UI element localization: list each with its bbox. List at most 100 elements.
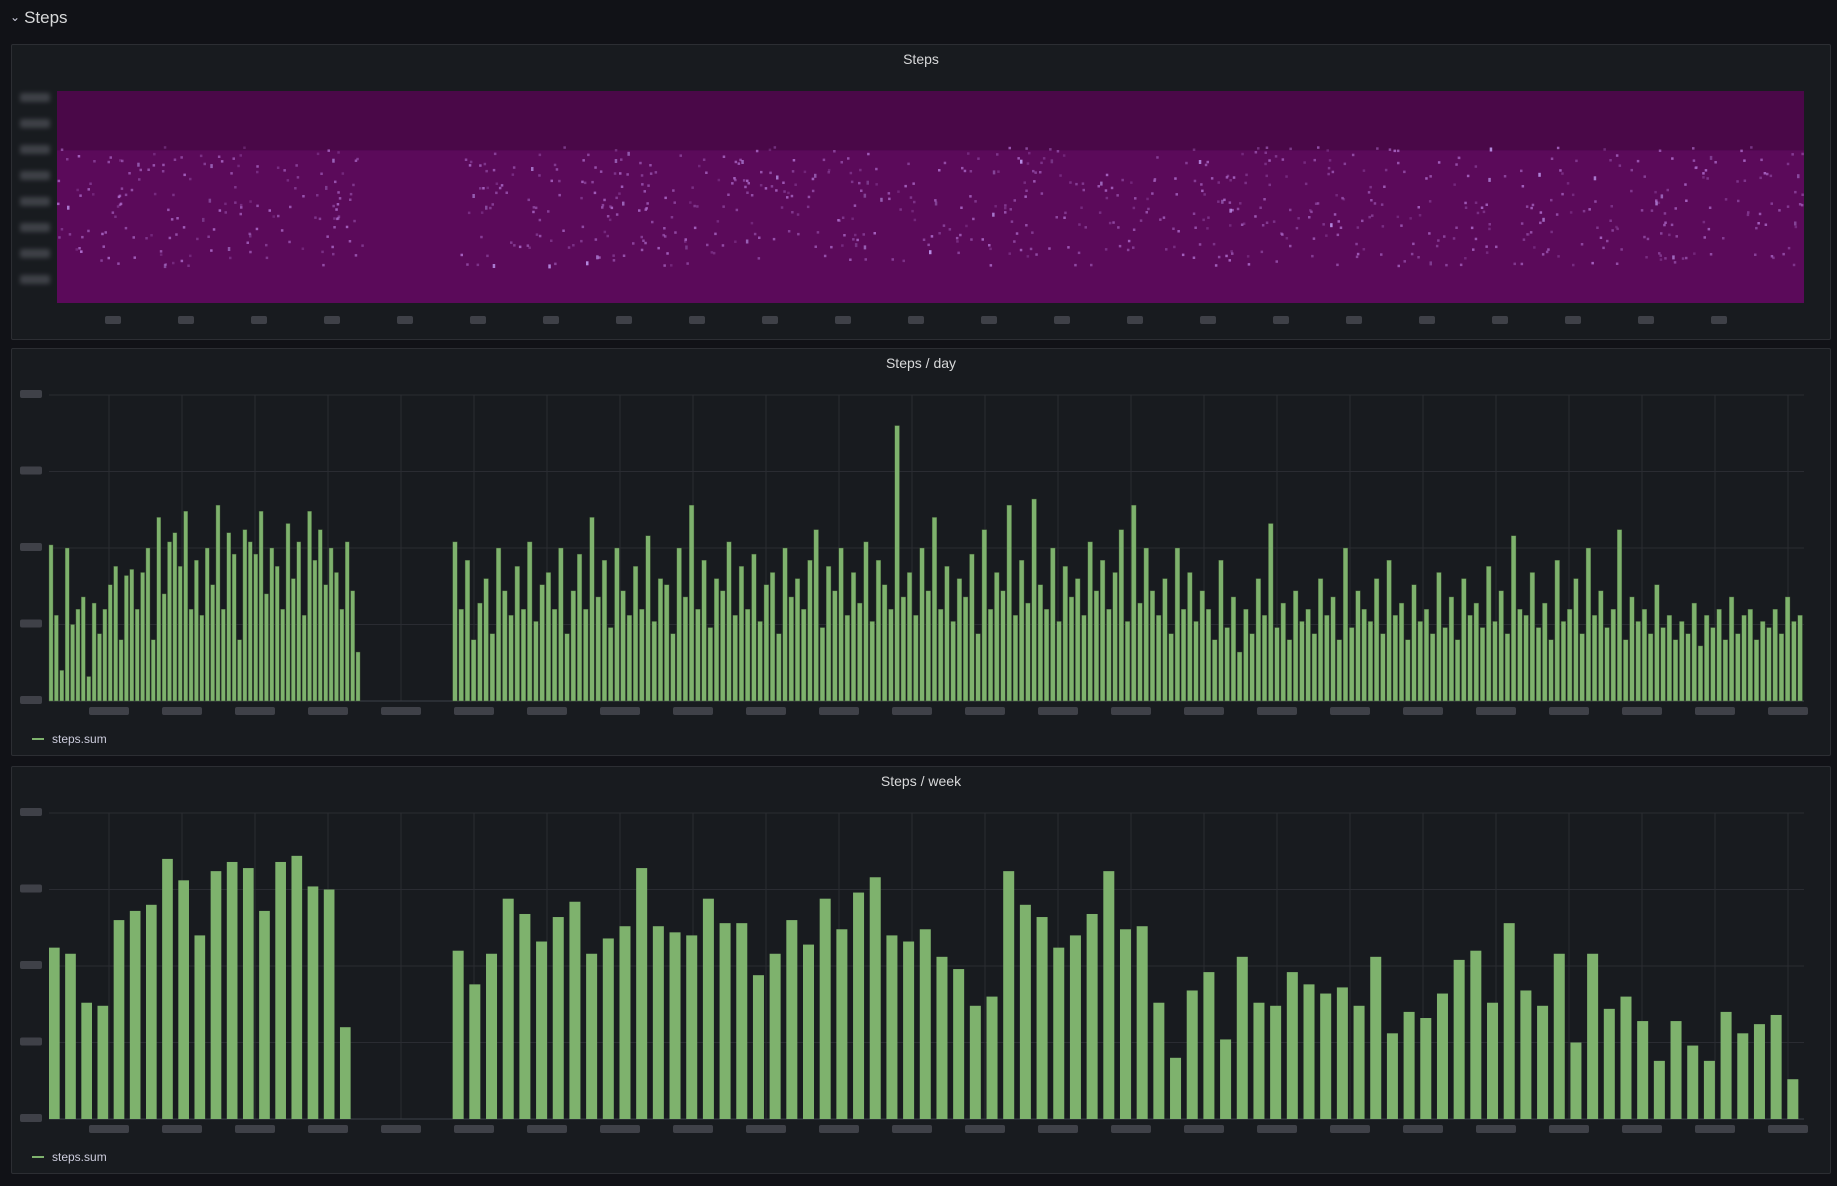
heatmap-cell	[1118, 244, 1122, 248]
heatmap-cell	[856, 238, 859, 242]
heatmap-cell	[1132, 206, 1136, 210]
heatmap-cell	[1241, 152, 1244, 156]
heatmap-cell	[1063, 216, 1066, 219]
heatmap-cell	[175, 233, 178, 236]
x-tick-label	[1038, 707, 1078, 715]
heatmap-cell	[1707, 227, 1711, 231]
heatmap-cell	[863, 193, 867, 198]
x-tick-label	[527, 1125, 567, 1133]
heatmap-cell	[326, 235, 329, 238]
x-tick-label	[1054, 316, 1070, 324]
bar	[1753, 639, 1760, 702]
x-tick-label	[819, 1125, 859, 1133]
heatmap-cell	[189, 177, 192, 181]
heatmap-cell	[1663, 212, 1667, 215]
heatmap-cell	[1327, 172, 1330, 176]
bar	[102, 609, 108, 702]
heatmap-cell	[189, 254, 192, 258]
heatmap-cell	[1664, 221, 1667, 224]
x-tick-label	[616, 316, 632, 324]
heatmap-cell	[513, 244, 516, 247]
weekly-steps-panel[interactable]: Steps / week steps.sum	[11, 766, 1831, 1174]
x-tick-label	[235, 1125, 275, 1133]
heatmap-cell	[130, 188, 134, 192]
legend-label: steps.sum	[52, 732, 107, 746]
heatmap-cell	[727, 193, 730, 196]
heatmap-cell	[1660, 194, 1664, 199]
bar	[178, 566, 183, 702]
legend[interactable]: steps.sum	[32, 1150, 107, 1164]
bar	[496, 547, 502, 702]
heatmap-cell	[89, 182, 92, 185]
heatmap-cell	[875, 183, 878, 186]
bar	[919, 929, 931, 1119]
heatmap-cell	[354, 159, 358, 162]
x-tick-label	[1184, 707, 1224, 715]
bar	[1186, 990, 1198, 1119]
heatmap-cell	[739, 158, 742, 162]
heatmap-cell	[791, 170, 795, 173]
x-tick-label	[1549, 1125, 1589, 1133]
heatmap-cell	[1539, 221, 1542, 225]
bar	[1311, 633, 1317, 702]
legend[interactable]: steps.sum	[32, 732, 107, 746]
bar	[253, 553, 258, 702]
heatmap-cell	[1397, 264, 1400, 268]
x-tick-label	[1565, 316, 1581, 324]
row-header-steps[interactable]: ⌄ Steps	[10, 6, 68, 30]
heatmap-cell	[1265, 221, 1269, 224]
heatmap-cell	[1769, 174, 1773, 178]
bar	[1286, 972, 1298, 1119]
x-tick-label	[892, 707, 932, 715]
heatmap-cell	[331, 245, 334, 249]
bar	[269, 547, 275, 702]
heatmap-cell	[210, 164, 213, 169]
heatmap-cell	[1110, 186, 1114, 190]
bar	[1203, 972, 1215, 1119]
x-tick-label	[1273, 316, 1289, 324]
bar	[1355, 590, 1361, 702]
y-tick-label	[20, 93, 50, 102]
heatmap-cell	[234, 186, 237, 189]
bar	[242, 529, 248, 702]
x-tick-label	[251, 316, 267, 324]
heatmap-cell	[124, 226, 128, 230]
heatmap-cell	[1192, 148, 1196, 151]
heatmap-cell	[102, 245, 105, 248]
heatmap-cell	[969, 170, 973, 173]
heatmap-cell	[1173, 245, 1176, 249]
bar	[925, 590, 931, 702]
heatmap-cell	[1555, 213, 1559, 216]
x-tick-label	[308, 707, 348, 715]
heatmap-cell	[866, 180, 869, 185]
x-tick-label	[454, 707, 494, 715]
heatmap-cell	[618, 192, 621, 195]
heatmap-cell	[239, 154, 242, 157]
heatmap-cell	[1455, 163, 1458, 166]
heatmap-cell	[745, 239, 749, 244]
heatmap-cell	[787, 191, 790, 195]
heatmap-cell	[1488, 227, 1491, 231]
heatmap-cell	[289, 205, 292, 209]
heatmap-cell	[1489, 147, 1493, 152]
heatmap-cell	[1550, 198, 1553, 202]
heatmap-cell	[1746, 213, 1750, 217]
chevron-down-icon[interactable]: ⌄	[10, 10, 20, 24]
heatmap-cell	[909, 196, 913, 199]
bar	[1143, 547, 1149, 702]
bar	[59, 670, 65, 702]
x-tick-label	[892, 1125, 932, 1133]
heatmap-cell	[1794, 190, 1797, 194]
heatmap-cell	[803, 170, 807, 174]
heatmap-cell	[229, 256, 232, 260]
heatmap-cell	[170, 218, 174, 221]
heatmap-cell	[1588, 208, 1591, 211]
heatmap-cell	[750, 194, 754, 197]
heatmap-panel[interactable]: Steps	[11, 44, 1831, 340]
heatmap-cell	[981, 238, 984, 241]
heatmap-cell	[753, 232, 757, 236]
heatmap-cell	[489, 206, 492, 210]
daily-steps-panel[interactable]: Steps / day steps.sum	[11, 348, 1831, 756]
bar	[1224, 627, 1230, 702]
heatmap-cell	[794, 183, 797, 186]
